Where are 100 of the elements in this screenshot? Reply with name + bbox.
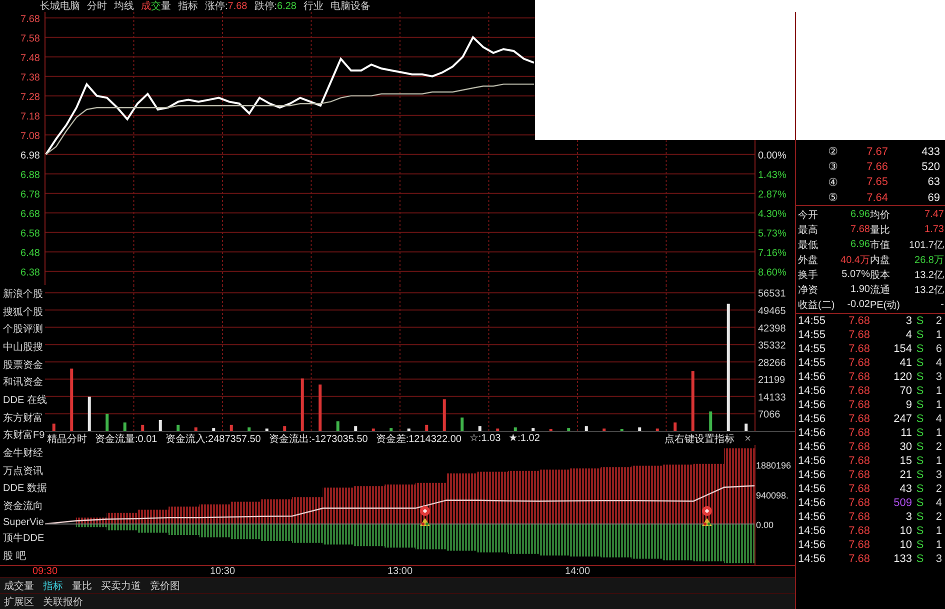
sidebar-link[interactable]: 新浪个股: [3, 286, 45, 301]
table-cell-text: 1: [934, 525, 942, 538]
menu-item[interactable]: 指标: [178, 0, 198, 13]
trade-time: 14:55: [798, 357, 827, 370]
flow-stat: 资金流出:-1273035.50: [268, 432, 368, 446]
indicator-label[interactable]: 成交量: [141, 0, 171, 13]
stat-value: 40.4万: [840, 254, 870, 267]
volume-bar: [674, 422, 677, 431]
tab[interactable]: 竞价图: [150, 578, 180, 592]
table-cell-text: 1: [934, 539, 942, 552]
stat-value: 13.2亿: [914, 284, 944, 297]
sidebar-link[interactable]: 东财富F9: [3, 428, 45, 442]
trade-side: S: [915, 483, 925, 496]
sidebar-link[interactable]: DDE 数据: [3, 481, 45, 496]
title-text: 行业: [304, 0, 324, 13]
sidebar-link[interactable]: 顶牛DDE: [3, 531, 45, 546]
trade-price: 7.68: [848, 413, 870, 426]
axis-label: 28266: [758, 358, 786, 369]
volume-bar: [158, 420, 162, 431]
sidebar-link[interactable]: 东方财富: [3, 410, 45, 425]
axis-label: 7.68: [20, 14, 40, 25]
table-cell-text: 2: [934, 441, 942, 454]
stat-value: 1.90: [850, 284, 870, 296]
sidebar-link[interactable]: 股 吧: [3, 549, 45, 564]
axis-label: 7066: [758, 410, 780, 421]
tab[interactable]: 指标: [43, 578, 63, 592]
tab[interactable]: 扩展区: [4, 594, 34, 608]
trade-time: 14:55: [798, 315, 827, 328]
sidebar-link[interactable]: 中山股搜: [3, 340, 45, 354]
sidebar-link[interactable]: 资金流向: [3, 499, 45, 514]
axis-label: 940098.: [756, 490, 789, 500]
volume-bar: [478, 426, 482, 431]
sidebar-link[interactable]: 搜狐个股: [3, 304, 45, 319]
stat-label: 最高: [798, 224, 818, 237]
trade-time: 14:56: [798, 441, 827, 454]
volume-bar: [230, 424, 233, 431]
trade-side: S: [915, 497, 925, 510]
trade-time: 14:56: [798, 455, 827, 468]
trade-time: 14:55: [798, 343, 827, 356]
order-volume: 69: [926, 192, 940, 204]
trade-time: 14:56: [798, 427, 827, 440]
order-rank: ③: [827, 160, 839, 174]
axis-label: 7.16%: [758, 248, 786, 259]
volume-bar: [407, 428, 410, 431]
tab[interactable]: 关联报价: [43, 594, 83, 608]
stat-value: -0.02: [847, 299, 870, 310]
sidebar-link[interactable]: DDE 在线: [3, 392, 45, 407]
order-rank: ②: [827, 145, 839, 158]
menu-item[interactable]: 均线: [114, 0, 134, 13]
stat-label: 外盘: [798, 254, 818, 267]
tab[interactable]: 量比: [72, 578, 92, 592]
sidebar-link[interactable]: 股票资金: [3, 358, 45, 372]
stat-label: 量比: [870, 224, 890, 237]
sidebar-link[interactable]: SuperVie: [3, 516, 45, 528]
volume-bar: [52, 424, 56, 431]
axis-label: 56531: [758, 288, 786, 300]
table-cell-text: 1: [934, 329, 942, 342]
table-cell-text: 2: [934, 483, 942, 496]
tab[interactable]: 买卖力道: [101, 578, 141, 592]
order-rank: ④: [827, 176, 839, 189]
trade-volume: 10: [898, 539, 912, 552]
trade-volume: 247: [892, 413, 912, 426]
trade-time: 14:56: [798, 483, 827, 496]
menu-item[interactable]: 分时: [87, 0, 107, 13]
stat-label: 流通: [870, 284, 890, 297]
trade-side: S: [915, 525, 925, 538]
axis-label: 6.78: [20, 189, 40, 200]
trade-side: S: [915, 399, 925, 412]
volume-bar: [123, 422, 126, 431]
volume-bar: [372, 428, 375, 431]
volume-bar: [514, 427, 517, 431]
axis-label: 14133: [758, 392, 786, 404]
trade-price: 7.68: [848, 455, 870, 468]
stat-label: 内盘: [870, 254, 890, 267]
trade-price: 7.68: [848, 371, 870, 384]
hint-text: 点右键设置指标: [664, 432, 735, 446]
trade-volume: 3: [904, 511, 912, 524]
volume-bar: [390, 428, 393, 431]
sidebar-link[interactable]: 万点资讯: [3, 464, 45, 478]
volume-bar: [318, 384, 322, 431]
table-cell-text: 4: [934, 357, 942, 370]
axis-label: 7.38: [20, 72, 40, 84]
triangle-icon: [702, 518, 712, 526]
order-price: 7.64: [866, 192, 888, 204]
volume-bar: [248, 427, 251, 431]
order-rank: ⑤: [827, 191, 839, 204]
trade-price: 7.68: [848, 539, 870, 552]
tab[interactable]: 成交量: [4, 578, 34, 592]
table-cell-text: 3: [934, 371, 942, 384]
trade-side: S: [915, 469, 925, 482]
volume-bar: [176, 424, 180, 431]
stat-label: 今开: [798, 208, 818, 222]
stat-value: 13.2亿: [914, 268, 944, 282]
axis-label: 0.00%: [758, 150, 786, 162]
sidebar-link[interactable]: 和讯资金: [3, 375, 45, 390]
order-price: 7.66: [866, 160, 888, 173]
flow-stat: 资金流量:0.01: [95, 432, 158, 446]
close-button[interactable]: ×: [742, 432, 753, 444]
sidebar-link[interactable]: 个股评测: [3, 322, 45, 336]
sidebar-link[interactable]: 金牛财经: [3, 446, 45, 460]
